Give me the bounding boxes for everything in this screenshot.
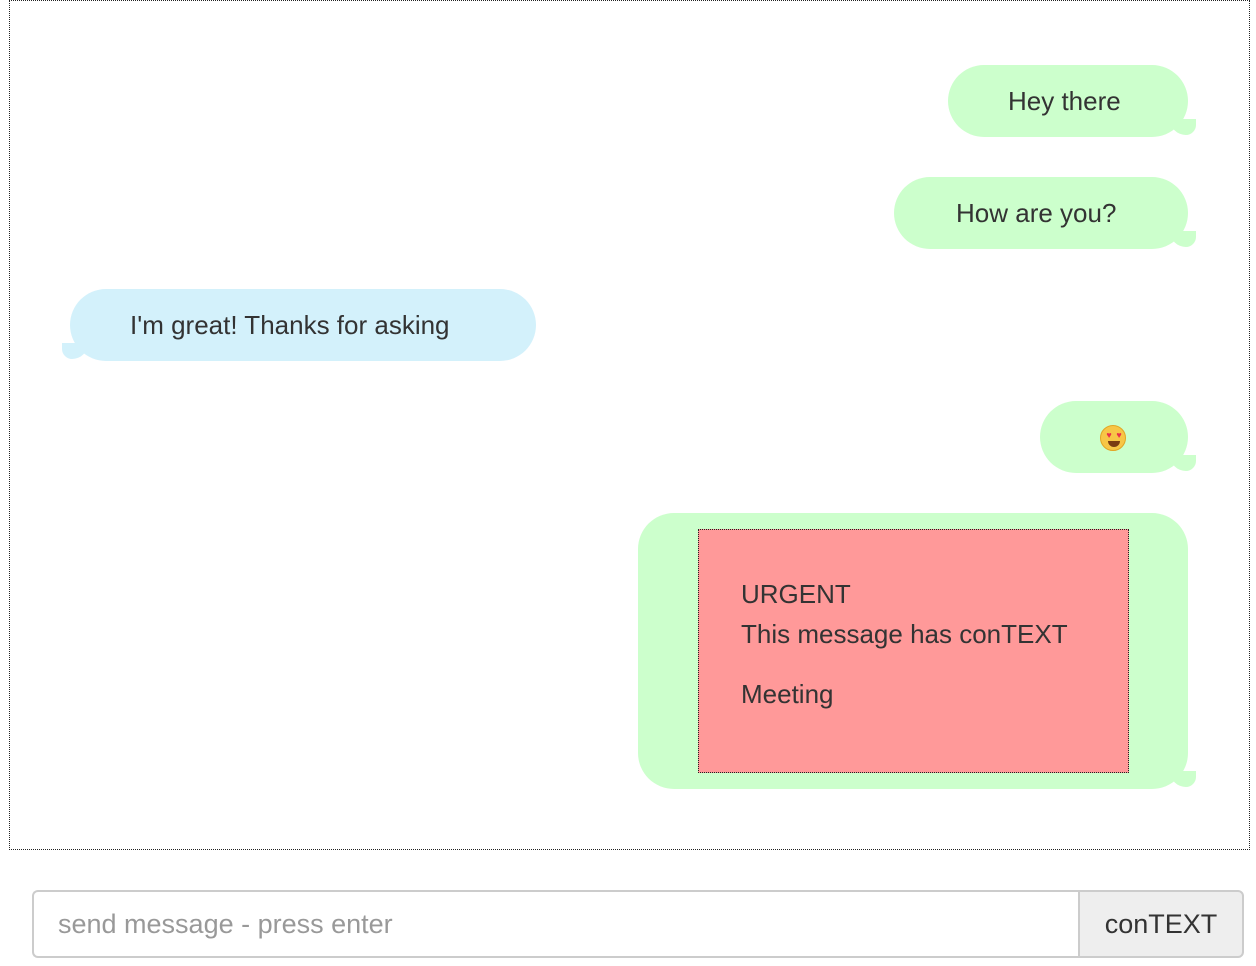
context-priority: URGENT (741, 579, 851, 609)
heart-eye-icon: ♥ (1116, 430, 1122, 440)
message-bubble-sent-context: URGENT This message has conTEXT Meeting (638, 513, 1196, 789)
message-input[interactable] (32, 890, 1078, 958)
message-composer: conTEXT (32, 890, 1244, 958)
message-text: I'm great! Thanks for asking (130, 310, 450, 340)
message-text: How are you? (956, 198, 1117, 228)
message-bubble-sent: Hey there (948, 65, 1196, 137)
context-card[interactable]: URGENT This message has conTEXT Meeting (698, 529, 1129, 773)
message-text: Hey there (1008, 86, 1121, 116)
message-bubble-sent: How are you? (894, 177, 1196, 249)
chat-area: Hey there How are you? I'm great! Thanks… (9, 0, 1250, 850)
bubble-tail (1170, 455, 1196, 471)
heart-eyes-emoji-icon: ♥ ♥ (1100, 425, 1126, 451)
context-button[interactable]: conTEXT (1078, 890, 1244, 958)
message-bubble-received: I'm great! Thanks for asking (62, 289, 536, 361)
smile-mouth (1108, 441, 1120, 447)
heart-eye-icon: ♥ (1106, 430, 1112, 440)
bubble-tail (1170, 771, 1196, 787)
context-topic: Meeting (741, 679, 834, 709)
context-description: This message has conTEXT (741, 619, 1068, 649)
message-bubble-sent: ♥ ♥ (1040, 401, 1196, 473)
